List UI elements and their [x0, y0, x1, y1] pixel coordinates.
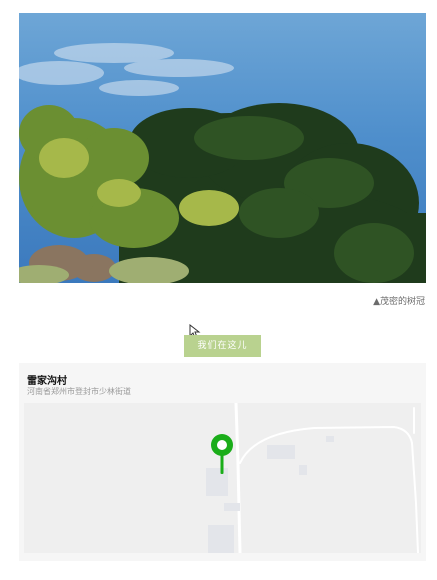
- tree-illustration: [19, 43, 426, 283]
- photo-caption: ▲茂密的树冠: [373, 297, 425, 307]
- we-are-here-button[interactable]: 我们在这儿: [184, 335, 261, 357]
- tree-photo: [19, 13, 426, 283]
- place-name: 雷家沟村: [27, 376, 67, 387]
- map-roads: [206, 403, 419, 553]
- place-address: 河南省郑州市登封市少林街道: [27, 387, 131, 396]
- location-pin-icon: [211, 434, 233, 474]
- map-view[interactable]: [24, 403, 421, 553]
